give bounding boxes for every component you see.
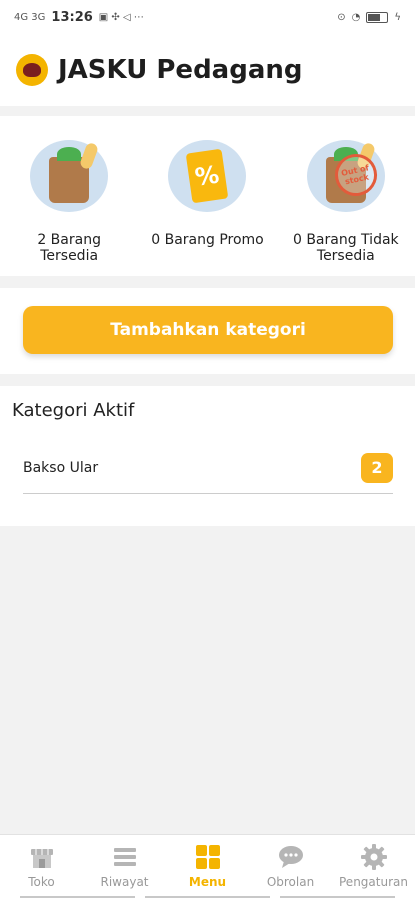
location-icon: ⊙ — [337, 11, 346, 23]
chat-icon — [277, 843, 305, 871]
store-icon — [28, 843, 56, 871]
stat-available[interactable]: 2 Barang Tersedia — [4, 140, 134, 276]
nav-divider — [20, 896, 135, 898]
promo-tag-icon: % — [168, 140, 247, 212]
charging-icon: ϟ — [394, 11, 401, 23]
stat-unavailable[interactable]: Out of stock 0 Barang Tidak Tersedia — [281, 140, 411, 276]
stat-label: 2 Barang Tersedia — [37, 232, 101, 264]
add-category-button[interactable]: Tambahkan kategori — [23, 306, 393, 354]
gear-icon — [360, 843, 388, 871]
status-right: ⊙ ◔ ϟ — [337, 11, 401, 23]
nav-item-pengaturan[interactable]: Pengaturan — [334, 843, 414, 889]
nav-label: Menu — [188, 875, 227, 889]
cta-area: Tambahkan kategori — [0, 288, 415, 374]
nav-item-menu[interactable]: Menu — [168, 843, 248, 889]
stats-card: 2 Barang Tersedia % 0 Barang Promo Out o… — [0, 116, 415, 276]
nav-label: Pengaturan — [339, 875, 408, 889]
nav-label: Riwayat — [100, 875, 149, 889]
bottom-nav: Toko Riwayat Menu Obrolan Pengaturan — [0, 834, 415, 900]
grid-icon — [194, 843, 222, 871]
battery-icon — [366, 11, 389, 23]
nav-label: Toko — [28, 875, 55, 889]
grocery-bag-icon — [30, 140, 109, 212]
network-icon: 4G 3G — [14, 11, 46, 23]
nav-label: Obrolan — [266, 875, 315, 889]
stat-label: 0 Barang Promo — [151, 232, 264, 248]
category-count-badge: 2 — [361, 452, 393, 483]
nav-divider — [145, 896, 270, 898]
nav-item-riwayat[interactable]: Riwayat — [85, 843, 165, 889]
nav-item-obrolan[interactable]: Obrolan — [251, 843, 331, 889]
page-title: JASKU Pedagang — [58, 55, 303, 85]
wifi-icon: ◔ — [351, 11, 361, 23]
nav-divider — [280, 896, 395, 898]
status-time: 13:26 — [51, 9, 93, 25]
status-bar: 4G 3G 13:26 ▣ ✣ ◁ ⋯ ⊙ ◔ ϟ — [0, 0, 415, 34]
section-title: Kategori Aktif — [12, 400, 135, 421]
stat-promo[interactable]: % 0 Barang Promo — [142, 140, 272, 276]
app-logo — [16, 54, 48, 86]
status-left: 4G 3G 13:26 ▣ ✣ ◁ ⋯ — [14, 10, 144, 25]
category-name: Bakso Ular — [23, 459, 99, 476]
nav-item-toko[interactable]: Toko — [2, 843, 82, 889]
list-icon — [111, 843, 139, 871]
app-header: JASKU Pedagang — [0, 34, 415, 106]
stat-label: 0 Barang Tidak Tersedia — [292, 232, 399, 264]
out-of-stock-icon: Out of stock — [306, 140, 385, 212]
notification-icon: ▣ ✣ ◁ ⋯ — [98, 11, 144, 23]
category-row[interactable]: Bakso Ular 2 — [23, 442, 393, 494]
category-section: Kategori Aktif Bakso Ular 2 — [0, 386, 415, 526]
